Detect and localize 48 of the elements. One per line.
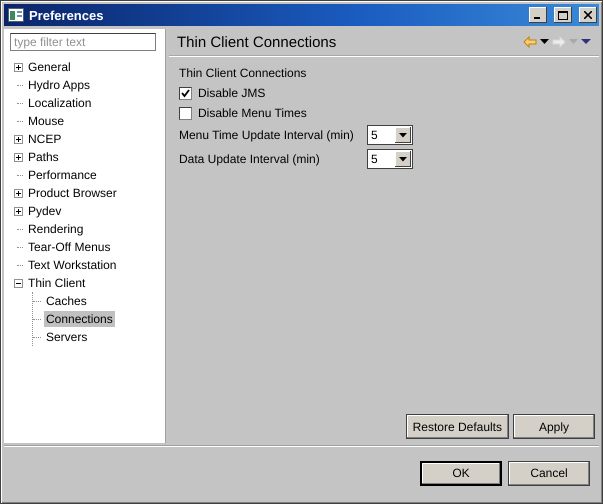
tree-item[interactable]: Pydev <box>26 203 64 219</box>
tree-item[interactable]: Connections <box>44 311 115 327</box>
minimize-button[interactable] <box>529 7 547 23</box>
expand-icon[interactable] <box>14 152 23 162</box>
caret-icon <box>399 132 407 138</box>
restore-defaults-button[interactable]: Restore Defaults <box>406 414 509 439</box>
tree-item[interactable]: Paths <box>26 149 61 165</box>
expand-icon[interactable] <box>14 134 23 144</box>
tree-item[interactable]: Mouse <box>26 113 66 129</box>
tree-item[interactable]: NCEP <box>26 131 64 147</box>
section-label: Thin Client Connections <box>179 66 308 80</box>
filter-field[interactable]: type filter text <box>10 33 156 51</box>
tree-item[interactable]: Servers <box>44 329 90 345</box>
tree-item[interactable]: Performance <box>26 167 99 183</box>
maximize-button[interactable] <box>554 7 572 23</box>
tree-item[interactable]: Caches <box>44 293 89 309</box>
expand-icon[interactable] <box>14 62 23 72</box>
apply-button[interactable]: Apply <box>513 414 595 439</box>
expand-icon[interactable] <box>14 188 23 198</box>
interval-dropdown[interactable]: 5 <box>367 125 413 145</box>
tree-item[interactable]: Text Workstation <box>26 257 118 273</box>
dropdown-icon[interactable] <box>540 39 549 45</box>
collapse-icon[interactable] <box>14 278 23 288</box>
page-title: Thin Client Connections <box>177 34 338 50</box>
tree-item[interactable]: Tear-Off Menus <box>26 239 112 255</box>
tree-item[interactable]: Thin Client <box>26 275 88 291</box>
close-button[interactable] <box>579 7 597 23</box>
ok-button[interactable]: OK <box>420 460 502 486</box>
interval-dropdown[interactable]: 5 <box>367 149 413 169</box>
caret-icon <box>399 156 407 162</box>
checkbox[interactable] <box>179 86 192 100</box>
cancel-button[interactable]: Cancel <box>508 460 590 486</box>
close-icon <box>584 11 592 19</box>
tree-item[interactable]: Product Browser <box>26 185 119 201</box>
expand-icon[interactable] <box>14 206 23 216</box>
maximize-icon <box>558 10 568 20</box>
tree-item[interactable]: Rendering <box>26 221 86 237</box>
window-title: Preferences <box>29 8 104 22</box>
tree-item[interactable]: General <box>26 59 73 75</box>
field-label: Data Update Interval (min) <box>179 152 321 166</box>
checkbox-label: Disable JMS <box>198 86 266 100</box>
menu-icon[interactable] <box>581 39 591 45</box>
tree-item[interactable]: Hydro Apps <box>26 77 92 93</box>
app-icon <box>8 8 24 22</box>
checkbox-label: Disable Menu Times <box>198 106 307 120</box>
field-label: Menu Time Update Interval (min) <box>179 128 355 142</box>
tree-item[interactable]: Localization <box>26 95 94 111</box>
checkbox[interactable] <box>179 106 192 120</box>
